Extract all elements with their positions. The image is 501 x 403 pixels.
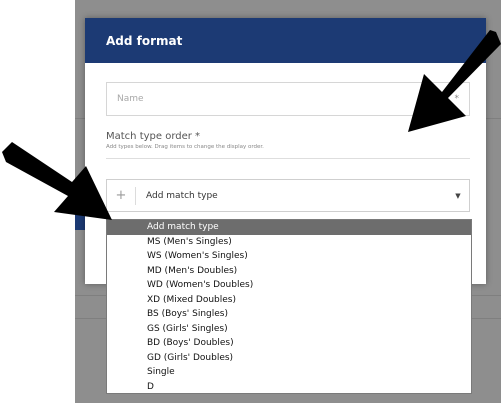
dropdown-option[interactable]: D — [107, 380, 471, 395]
name-placeholder: Name — [117, 94, 144, 104]
dropdown-option[interactable]: BD (Boys' Doubles) — [107, 336, 471, 351]
dropdown-option[interactable]: MS (Men's Singles) — [107, 235, 471, 250]
select-value: Add match type — [146, 190, 218, 201]
match-type-label: Match type order * — [106, 131, 201, 142]
dropdown-option[interactable]: GS (Girls' Singles) — [107, 322, 471, 337]
arrow-pointer-icon — [408, 30, 501, 132]
dropdown-option[interactable]: WS (Women's Singles) — [107, 249, 471, 264]
dropdown-option[interactable]: MD (Men's Doubles) — [107, 264, 471, 279]
dropdown-option[interactable]: Single — [107, 365, 471, 380]
arrow-pointer-icon — [2, 142, 112, 220]
chevron-down-icon[interactable]: ▼ — [447, 192, 469, 200]
match-type-hint: Add types below. Drag items to change th… — [106, 144, 264, 150]
match-type-dropdown: Add match type MS (Men's Singles) WS (Wo… — [106, 219, 472, 394]
dropdown-option[interactable]: BS (Boys' Singles) — [107, 307, 471, 322]
dropdown-option[interactable]: XD (Mixed Doubles) — [107, 293, 471, 308]
divider — [106, 158, 470, 159]
dropdown-option[interactable]: WD (Women's Doubles) — [107, 278, 471, 293]
match-type-select[interactable]: + Add match type ▼ — [106, 179, 470, 212]
modal-title: Add format — [106, 33, 183, 48]
dropdown-option[interactable]: Add match type — [107, 220, 471, 235]
dropdown-option[interactable]: GD (Girls' Doubles) — [107, 351, 471, 366]
